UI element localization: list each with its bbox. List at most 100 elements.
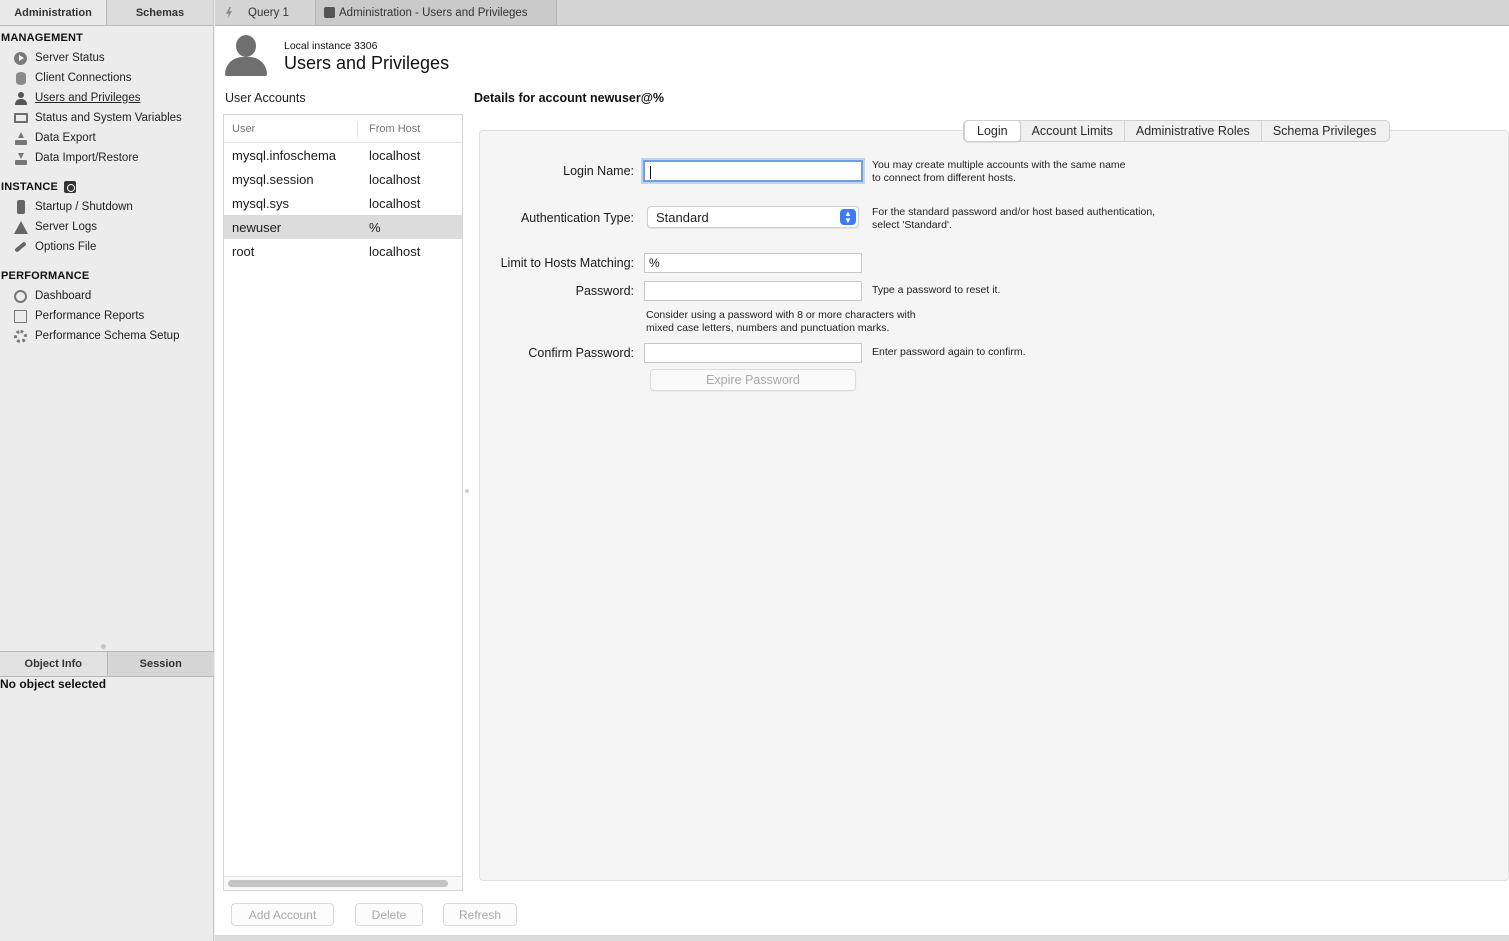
tab-administration[interactable]: Administration — [0, 0, 107, 25]
details-title: Details for account newuser@% — [474, 91, 665, 105]
chevron-updown-icon: ▲ ▼ — [840, 209, 856, 225]
auth-type-hint: For the standard password and/or host ba… — [872, 206, 1155, 232]
host-cell: localhost — [369, 195, 421, 211]
report-icon — [13, 309, 28, 324]
object-info-text: No object selected — [0, 677, 107, 691]
host-cell: localhost — [369, 243, 421, 259]
navigator-sidebar: Administration Schemas MANAGEMENT Server… — [0, 0, 214, 941]
tab-label: Query 1 — [248, 6, 289, 19]
table-row[interactable]: mysql.session localhost — [224, 167, 462, 191]
user-cell: mysql.sys — [232, 195, 290, 211]
monitor-icon — [13, 111, 28, 126]
confirm-password-hint: Enter password again to confirm. — [872, 346, 1026, 358]
section-management-label: MANAGEMENT — [1, 32, 84, 44]
tab-administrative-roles[interactable]: Administrative Roles — [1125, 121, 1262, 141]
table-row-selected[interactable]: newuser% — [224, 215, 462, 239]
hosts-input[interactable] — [644, 253, 862, 273]
horizontal-scrollbar[interactable] — [228, 880, 448, 887]
tab-session[interactable]: Session — [107, 652, 214, 676]
login-name-label: Login Name: — [563, 164, 634, 178]
import-icon — [13, 151, 28, 166]
delete-button[interactable]: Delete — [355, 903, 423, 926]
section-instance-title: INSTANCE — [0, 177, 213, 197]
sidebar-item-performance-schema-setup[interactable]: Performance Schema Setup — [0, 326, 213, 346]
host-cell: localhost — [369, 147, 421, 163]
user-accounts-label: User Accounts — [225, 91, 306, 105]
tab-admin-users[interactable]: Administration - Users and Privileges — [316, 0, 557, 25]
sidebar-item-data-export[interactable]: Data Export — [0, 128, 213, 148]
sidebar-item-options-file[interactable]: Options File — [0, 237, 213, 257]
table-row[interactable]: mysql.sys localhost — [224, 191, 462, 215]
column-header-user[interactable]: User — [224, 120, 358, 137]
confirm-password-input[interactable] — [644, 343, 862, 363]
instance-status-icon — [64, 181, 77, 193]
user-avatar-icon — [225, 35, 267, 77]
sidebar-item-dashboard[interactable]: Dashboard — [0, 286, 213, 306]
text-cursor — [650, 166, 651, 179]
column-header-host[interactable]: From Host — [358, 123, 420, 135]
expire-password-button[interactable]: Expire Password — [650, 369, 856, 391]
sidebar-item-data-import[interactable]: Data Import/Restore — [0, 148, 213, 168]
sidebar-item-label: Status and System Variables — [35, 112, 182, 124]
server-status-icon — [13, 51, 28, 66]
password-label: Password: — [575, 284, 634, 298]
status-bar — [215, 935, 1509, 941]
sidebar-item-server-status[interactable]: Server Status — [0, 48, 213, 68]
sidebar-item-label: Options File — [35, 241, 97, 253]
hint-line: mixed case letters, numbers and punctuat… — [646, 322, 890, 334]
hint-line: Consider using a password with 8 or more… — [646, 309, 916, 321]
sidebar-item-label: Client Connections — [35, 72, 132, 84]
hint-line: to connect from different hosts. — [872, 172, 1016, 184]
section-performance-label: PERFORMANCE — [1, 270, 90, 282]
tab-query-1[interactable]: Query 1 — [215, 0, 316, 25]
page-title: Users and Privileges — [284, 53, 450, 73]
table-row[interactable]: mysql.infoschema localhost — [224, 143, 462, 167]
database-icon — [13, 71, 28, 86]
refresh-button[interactable]: Refresh — [443, 903, 517, 926]
host-cell: % — [369, 219, 381, 235]
user-cell: root — [232, 243, 255, 259]
sidebar-item-label: Startup / Shutdown — [35, 201, 133, 213]
sidebar-item-label: Performance Schema Setup — [35, 330, 180, 342]
warning-icon — [13, 220, 28, 235]
user-cell: mysql.session — [232, 171, 314, 187]
hosts-label: Limit to Hosts Matching: — [500, 256, 634, 270]
sidebar-item-status-variables[interactable]: Status and System Variables — [0, 108, 213, 128]
auth-type-select[interactable]: Standard ▲ ▼ — [647, 206, 859, 228]
add-account-button[interactable]: Add Account — [231, 903, 334, 926]
login-name-input[interactable] — [643, 160, 863, 182]
password-advice: Consider using a password with 8 or more… — [646, 309, 916, 335]
table-row[interactable]: root localhost — [224, 239, 462, 263]
confirm-password-label: Confirm Password: — [528, 346, 634, 360]
sidebar-item-label: Server Logs — [35, 221, 98, 233]
details-tabs: Login Account Limits Administrative Role… — [963, 120, 1391, 142]
gear-icon — [13, 329, 28, 344]
switch-icon — [13, 200, 28, 215]
host-cell: localhost — [369, 171, 421, 187]
sidebar-item-startup-shutdown[interactable]: Startup / Shutdown — [0, 197, 213, 217]
sidebar-item-label: Server Status — [35, 52, 105, 64]
panel-splitter[interactable] — [465, 489, 469, 493]
tab-login[interactable]: Login — [964, 120, 1021, 142]
sidebar-item-label: Users and Privileges — [35, 92, 141, 104]
sidebar-item-label: Performance Reports — [35, 310, 145, 322]
hint-line: select 'Standard'. — [872, 219, 952, 231]
tab-account-limits[interactable]: Account Limits — [1021, 121, 1125, 141]
section-instance-label: INSTANCE — [1, 181, 59, 193]
editor-tab-bar: Query 1 Administration - Users and Privi… — [215, 0, 1509, 26]
sidebar-item-label: Dashboard — [35, 290, 92, 302]
user-cell: newuser — [232, 219, 282, 235]
section-performance-title: PERFORMANCE — [0, 266, 213, 286]
sidebar-item-users-and-privileges[interactable]: Users and Privileges — [0, 88, 213, 108]
tab-schemas[interactable]: Schemas — [107, 0, 213, 25]
sidebar-item-client-connections[interactable]: Client Connections — [0, 68, 213, 88]
users-privileges-panel: Local instance 3306 Users and Privileges… — [215, 26, 1509, 941]
wrench-icon — [13, 240, 28, 255]
tab-object-info[interactable]: Object Info — [0, 652, 108, 676]
sidebar-item-server-logs[interactable]: Server Logs — [0, 217, 213, 237]
table-header: User From Host — [224, 115, 462, 143]
tab-schema-privileges[interactable]: Schema Privileges — [1262, 121, 1390, 141]
password-input[interactable] — [644, 281, 862, 301]
sidebar-item-label: Data Export — [35, 132, 96, 144]
sidebar-item-performance-reports[interactable]: Performance Reports — [0, 306, 213, 326]
